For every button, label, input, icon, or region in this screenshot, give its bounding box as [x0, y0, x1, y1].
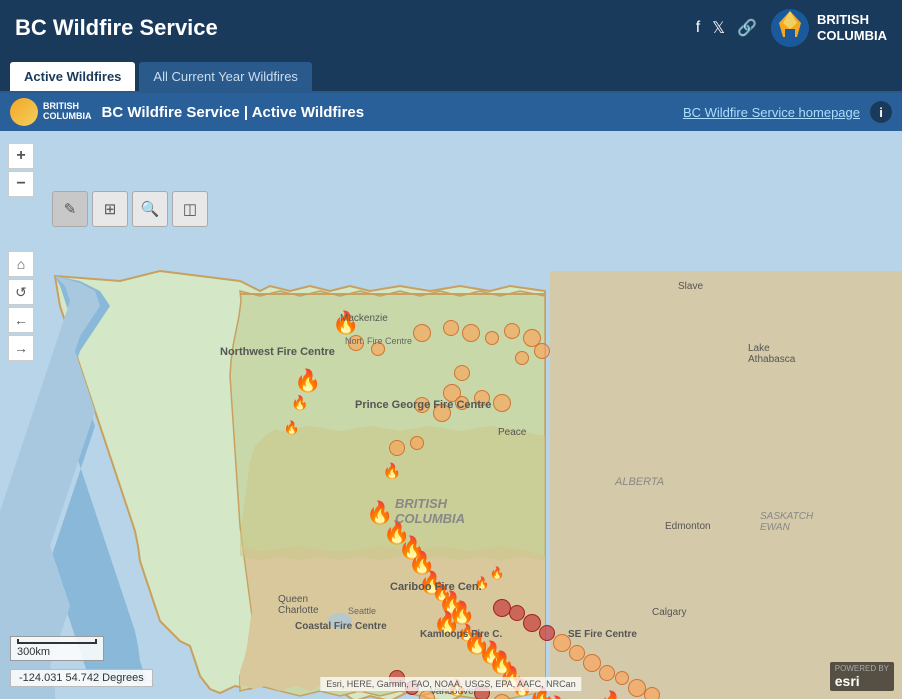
- cluster-dot: [485, 331, 499, 345]
- app-title: BC Wildfire Service: [15, 15, 218, 41]
- pan-right-button[interactable]: →: [8, 335, 34, 361]
- cluster-dot: [413, 324, 431, 342]
- cluster-dot: [599, 665, 615, 681]
- cluster-dot: [515, 351, 529, 365]
- cluster-dot: [414, 397, 430, 413]
- cluster-dot: [493, 394, 511, 412]
- twitter-icon[interactable]: 𝕏: [712, 18, 725, 38]
- cluster-dot: [615, 671, 629, 685]
- bc-logo-text: BRITISH COLUMBIA: [817, 12, 887, 43]
- tabs-bar: Active Wildfires All Current Year Wildfi…: [0, 55, 902, 93]
- header-right: f 𝕏 🔗 BRITISH COLUMBIA: [696, 7, 887, 49]
- attribution-text: Esri, HERE, Garmin, FAO, NOAA, USGS, EPA…: [320, 677, 581, 691]
- cluster-dot: [462, 324, 480, 342]
- cluster-dot: [443, 320, 459, 336]
- esri-logo: POWERED BY esri: [830, 662, 894, 691]
- cluster-dot: [583, 654, 601, 672]
- cluster-dot: [433, 404, 451, 422]
- search-tool-button[interactable]: 🔍: [132, 191, 168, 227]
- header: BC Wildfire Service f 𝕏 🔗 BRITISH COLUMB…: [0, 0, 902, 55]
- pan-left-button[interactable]: ←: [8, 307, 34, 333]
- cluster-dot: [474, 390, 490, 406]
- zoom-in-button[interactable]: +: [8, 143, 34, 169]
- link-icon[interactable]: 🔗: [737, 18, 757, 38]
- cluster-dot: [348, 335, 364, 351]
- scale-label: 300km: [17, 646, 50, 658]
- home-button[interactable]: ⌂: [8, 251, 34, 277]
- zoom-out-button[interactable]: −: [8, 171, 34, 197]
- map-bar-logo: BRITISH COLUMBIA: [10, 98, 92, 126]
- cluster-dot: [504, 323, 520, 339]
- map-homepage-link[interactable]: BC Wildfire Service homepage: [683, 105, 860, 120]
- layers-button[interactable]: ◫: [172, 191, 208, 227]
- cluster-dot: [569, 645, 585, 661]
- cluster-dot-red: [509, 605, 525, 621]
- nav-controls: ⌂ ↺ ← →: [8, 251, 34, 361]
- map-bar-logo-icon: [10, 98, 38, 126]
- map-bar: BRITISH COLUMBIA BC Wildfire Service | A…: [0, 93, 902, 131]
- bc-logo-icon: [769, 7, 811, 49]
- cluster-dot: [410, 436, 424, 450]
- map-bar-title: BC Wildfire Service | Active Wildfires: [102, 104, 673, 121]
- cluster-dot: [553, 634, 571, 652]
- info-button[interactable]: i: [870, 101, 892, 123]
- cluster-dot: [454, 365, 470, 381]
- refresh-button[interactable]: ↺: [8, 279, 34, 305]
- layer-tool-button[interactable]: ⊞: [92, 191, 128, 227]
- cluster-dot: [455, 396, 469, 410]
- tab-active-wildfires[interactable]: Active Wildfires: [10, 62, 135, 91]
- cluster-dot: [419, 690, 435, 699]
- cluster-dot: [644, 687, 660, 699]
- tab-current-year-wildfires[interactable]: All Current Year Wildfires: [139, 62, 312, 91]
- cluster-dot-red: [523, 614, 541, 632]
- cluster-dot: [371, 342, 385, 356]
- map-bar-logo-text: BRITISH COLUMBIA: [43, 102, 92, 122]
- scale-bar: 300km: [10, 636, 104, 661]
- bc-logo: BRITISH COLUMBIA: [769, 7, 887, 49]
- facebook-icon[interactable]: f: [696, 19, 700, 37]
- zoom-controls: + −: [8, 143, 34, 197]
- cluster-dot: [389, 440, 405, 456]
- cluster-dot-red: [539, 625, 555, 641]
- tool-controls: ✎ ⊞ 🔍 ◫: [52, 191, 208, 227]
- map-container[interactable]: + − ✎ ⊞ 🔍 ◫ ⌂ ↺ ← → Northwest Fire Centr…: [0, 131, 902, 699]
- coordinates-display: -124.031 54.742 Degrees: [10, 669, 153, 687]
- cluster-dot: [534, 343, 550, 359]
- draw-tool-button[interactable]: ✎: [52, 191, 88, 227]
